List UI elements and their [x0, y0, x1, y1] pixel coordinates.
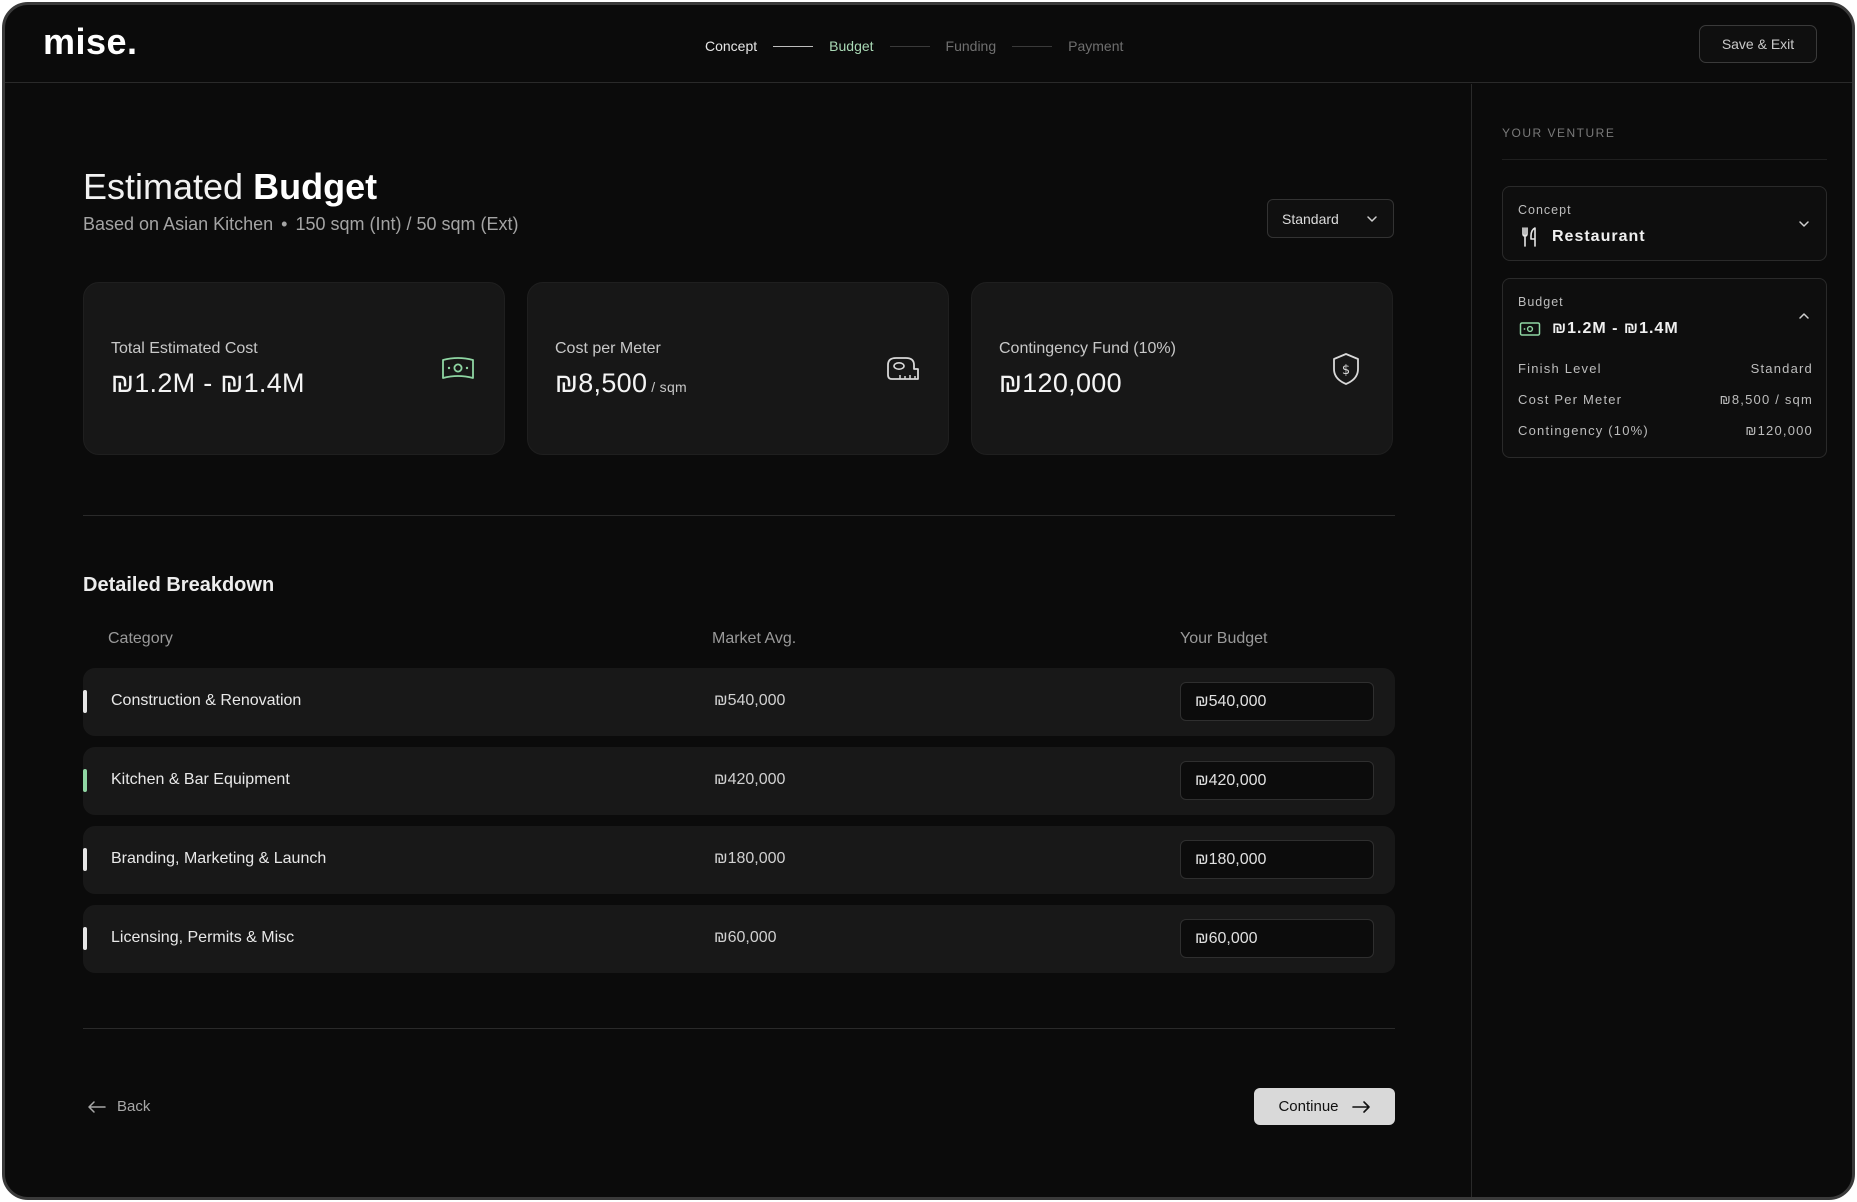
row-category: Kitchen & Bar Equipment [111, 771, 290, 788]
table-row: Licensing, Permits & Misc ₪60,000 [83, 905, 1395, 973]
subtitle-concept: Based on Asian Kitchen [83, 214, 274, 234]
card-label: Cost per Meter [555, 340, 661, 357]
contingency-card: Contingency Fund (10%) ₪120,000 $ [971, 282, 1393, 455]
row-market-avg: ₪420,000 [714, 771, 786, 788]
card-value: ₪120,000 [999, 368, 1122, 399]
column-header-market: Market Avg. [712, 630, 797, 647]
card-label: Contingency Fund (10%) [999, 340, 1176, 357]
total-cost-card: Total Estimated Cost ₪1.2M - ₪1.4M [83, 282, 505, 455]
row-market-avg: ₪540,000 [714, 692, 786, 709]
table-row: Kitchen & Bar Equipment ₪420,000 [83, 747, 1395, 815]
card-value: ₪1.2M - ₪1.4M [111, 368, 305, 399]
top-bar: mise. Concept Budget Funding Payment Sav… [5, 5, 1852, 83]
concept-value: Restaurant [1552, 228, 1646, 245]
title-light: Estimated [83, 166, 244, 207]
chevron-up-icon[interactable] [1797, 309, 1811, 323]
section-divider [83, 515, 1395, 516]
budget-detail-row: Contingency (10%) ₪120,000 [1518, 423, 1813, 438]
budget-input[interactable] [1180, 682, 1374, 721]
arrow-left-icon [88, 1100, 106, 1113]
step-funding[interactable]: Funding [946, 38, 997, 54]
sidebar-divider [1502, 159, 1827, 160]
step-connector [1012, 45, 1053, 47]
card-value-text: ₪120,000 [999, 368, 1122, 398]
row-indicator [83, 927, 87, 950]
budget-key: Budget [1518, 295, 1564, 309]
continue-button[interactable]: Continue [1254, 1088, 1395, 1125]
budget-detail-row: Finish Level Standard [1518, 361, 1813, 376]
page-subtitle: Based on Asian Kitchen • 150 sqm (Int) / 5… [83, 214, 519, 235]
tape-measure-icon [887, 357, 919, 380]
budget-input[interactable] [1180, 761, 1374, 800]
card-value-text: ₪8,500 [555, 368, 648, 398]
budget-value-row: ₪1.2M - ₪1.4M [1518, 317, 1679, 341]
continue-label: Continue [1278, 1098, 1339, 1115]
table-row: Branding, Marketing & Launch ₪180,000 [83, 826, 1395, 894]
card-value: ₪8,500/ sqm [555, 368, 687, 399]
save-exit-button[interactable]: Save & Exit [1699, 25, 1817, 63]
stepper: Concept Budget Funding Payment [705, 35, 1123, 57]
chevron-down-icon[interactable] [1797, 217, 1811, 231]
column-header-budget: Your Budget [1180, 630, 1268, 647]
row-indicator [83, 769, 87, 792]
card-value-text: ₪1.2M - ₪1.4M [111, 368, 305, 398]
section-divider [83, 1028, 1395, 1029]
row-market-avg: ₪180,000 [714, 850, 786, 867]
concept-value-row: Restaurant [1518, 225, 1646, 249]
page-title: Estimated Budget [83, 166, 377, 208]
step-concept[interactable]: Concept [705, 38, 757, 54]
finish-level-value: Standard [1282, 210, 1339, 227]
row-category: Branding, Marketing & Launch [111, 850, 327, 867]
detail-key: Cost Per Meter [1518, 392, 1623, 407]
step-connector [889, 45, 930, 47]
row-indicator [83, 690, 87, 713]
main-content: Estimated Budget Based on Asian Kitchen •… [5, 84, 1471, 1197]
row-market-avg: ₪60,000 [714, 929, 777, 946]
subtitle-separator: • [281, 214, 288, 234]
cash-icon [1519, 322, 1541, 336]
budget-panel[interactable]: Budget ₪1.2M - ₪1.4M Finish Level Standa… [1502, 278, 1827, 458]
subtitle-area: 150 sqm (Int) / 50 sqm (Ext) [295, 214, 519, 234]
detail-value: ₪120,000 [1745, 423, 1813, 438]
budget-input[interactable] [1180, 840, 1374, 879]
cost-per-meter-card: Cost per Meter ₪8,500/ sqm [527, 282, 949, 455]
summary-cards: Total Estimated Cost ₪1.2M - ₪1.4M Cost … [83, 282, 1415, 455]
step-budget[interactable]: Budget [829, 38, 873, 54]
table-row: Construction & Renovation ₪540,000 [83, 668, 1395, 736]
cash-icon [442, 357, 474, 379]
budget-detail-row: Cost Per Meter ₪8,500 / sqm [1518, 392, 1813, 407]
column-header-category: Category [108, 630, 173, 647]
step-connector [773, 45, 814, 47]
row-category: Construction & Renovation [111, 692, 302, 709]
concept-key: Concept [1518, 203, 1572, 217]
step-payment[interactable]: Payment [1068, 38, 1123, 54]
detail-value: ₪8,500 / sqm [1719, 392, 1813, 407]
shield-dollar-icon: $ [1333, 353, 1359, 385]
svg-text:$: $ [1342, 363, 1350, 378]
card-label: Total Estimated Cost [111, 340, 258, 357]
logo: mise. [43, 21, 138, 62]
arrow-right-icon [1351, 1100, 1370, 1113]
detail-key: Contingency (10%) [1518, 423, 1649, 438]
fork-knife-icon [1522, 227, 1536, 247]
sidebar-heading: YOUR VENTURE [1502, 126, 1616, 140]
detail-value: Standard [1750, 361, 1813, 376]
title-bold: Budget [253, 166, 378, 207]
back-button[interactable]: Back [87, 1098, 150, 1115]
app-window: mise. Concept Budget Funding Payment Sav… [2, 2, 1855, 1200]
concept-panel[interactable]: Concept Restaurant [1502, 186, 1827, 261]
row-category: Licensing, Permits & Misc [111, 929, 295, 946]
back-label: Back [117, 1098, 151, 1115]
chevron-down-icon [1367, 215, 1377, 222]
row-indicator [83, 848, 87, 871]
breakdown-title: Detailed Breakdown [83, 574, 275, 596]
detail-key: Finish Level [1518, 361, 1602, 376]
venture-sidebar: YOUR VENTURE Concept Restaurant Budget ₪… [1471, 84, 1852, 1197]
card-unit: / sqm [651, 379, 688, 395]
finish-level-select[interactable]: Standard [1267, 199, 1394, 238]
budget-value: ₪1.2M - ₪1.4M [1552, 320, 1679, 337]
budget-input[interactable] [1180, 919, 1374, 958]
